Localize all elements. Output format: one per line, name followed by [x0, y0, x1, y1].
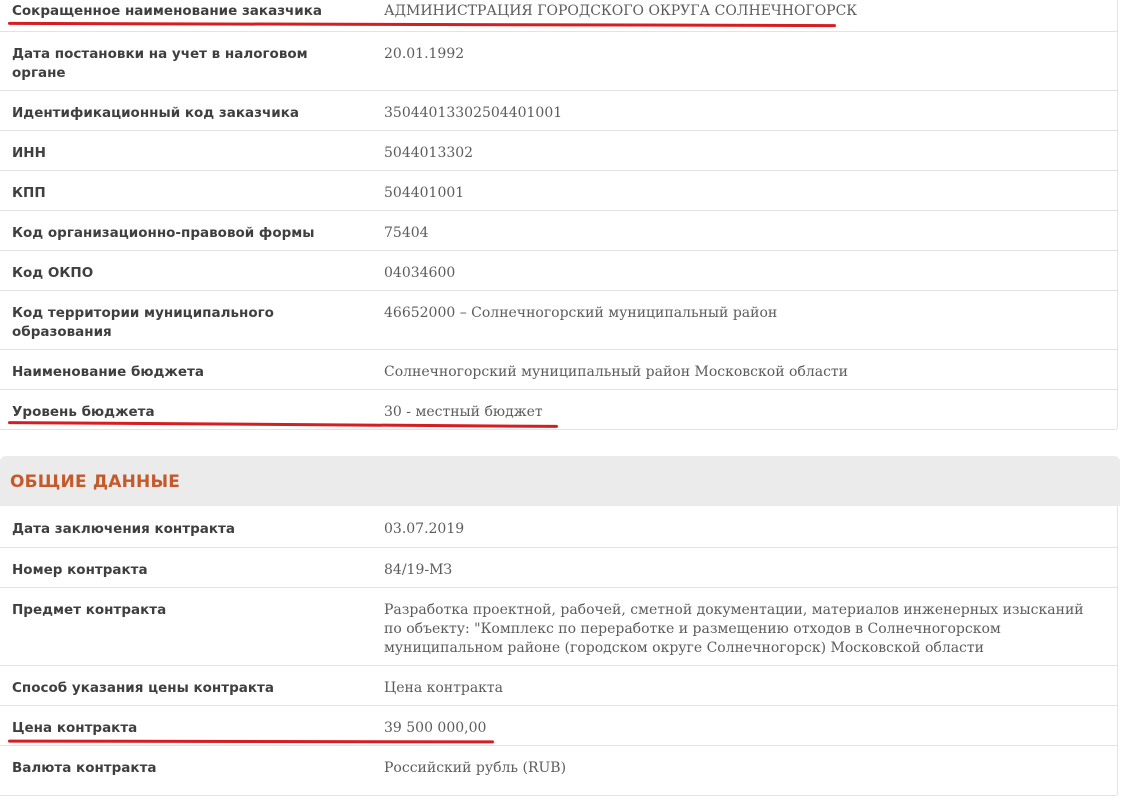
- field-value: 46652000 – Солнечногорский муниципальный…: [384, 305, 778, 321]
- field-label: Сокращенное наименование заказчика: [12, 3, 323, 19]
- field-value: 30 - местный бюджет: [384, 404, 543, 420]
- field-label: Дата постановки на учет в налоговом орга…: [12, 46, 308, 81]
- table-row: Предмет контракта Разработка проектной, …: [0, 588, 1117, 666]
- field-label: ИНН: [12, 145, 46, 161]
- table-row: Дата заключения контракта 03.07.2019: [0, 506, 1117, 548]
- field-label: Цена контракта: [12, 720, 138, 736]
- field-label: Номер контракта: [12, 562, 148, 578]
- table-row: КПП 504401001: [0, 171, 1117, 211]
- field-label: Код ОКПО: [12, 265, 94, 281]
- field-value: Солнечногорский муниципальный район Моск…: [384, 364, 848, 380]
- field-value: Российский рубль (RUB): [384, 760, 567, 776]
- general-data-table: Дата заключения контракта 03.07.2019 Ном…: [0, 506, 1118, 796]
- field-label: Код организационно-правовой формы: [12, 225, 315, 241]
- table-row: Валюта контракта Российский рубль (RUB): [0, 746, 1117, 786]
- field-label: Способ указания цены контракта: [12, 680, 274, 696]
- table-row: ИНН 5044013302: [0, 131, 1117, 171]
- field-value: 20.01.1992: [384, 46, 465, 62]
- table-row: Сокращенное наименование заказчика АДМИН…: [0, 0, 1117, 32]
- field-label: Уровень бюджета: [12, 404, 155, 420]
- table-row: Код организационно-правовой формы 75404: [0, 211, 1117, 251]
- field-label: Дата заключения контракта: [12, 521, 235, 537]
- field-value: 84/19-МЗ: [384, 562, 453, 578]
- field-value: 04034600: [384, 265, 456, 281]
- field-value: 350440133025044010​01: [384, 105, 563, 121]
- table-row: Идентификационный код заказчика 35044013…: [0, 91, 1117, 131]
- table-row: Код ОКПО 04034600: [0, 251, 1117, 291]
- table-row: Номер контракта 84/19-МЗ: [0, 548, 1117, 588]
- table-row: Наименование бюджета Солнечногорский мун…: [0, 350, 1117, 390]
- field-label: Идентификационный код заказчика: [12, 105, 299, 121]
- field-value: АДМИНИСТРАЦИЯ ГОРОДСКОГО ОКРУГА СОЛНЕЧНО…: [384, 3, 858, 19]
- field-value: Цена контракта: [384, 680, 504, 696]
- table-row: Способ указания цены контракта Цена конт…: [0, 666, 1117, 706]
- field-value: 75404: [384, 225, 429, 241]
- table-row: Дата постановки на учет в налоговом орга…: [0, 32, 1117, 91]
- field-value: 03.07.2019: [384, 521, 465, 537]
- field-label: Валюта контракта: [12, 760, 157, 776]
- table-row: Код территории муниципального образовани…: [0, 291, 1117, 350]
- field-label: Код территории муниципального образовани…: [12, 305, 274, 340]
- section-title: ОБЩИЕ ДАННЫЕ: [10, 472, 181, 492]
- field-value: 5044013302: [384, 145, 474, 161]
- field-label: Наименование бюджета: [12, 364, 204, 380]
- field-label: Предмет контракта: [12, 602, 167, 618]
- section-header: ОБЩИЕ ДАННЫЕ: [0, 456, 1120, 506]
- field-value: Разработка проектной, рабочей, сметной д…: [384, 602, 1084, 656]
- field-value: 39 500 000,00: [384, 720, 487, 736]
- field-value: 504401001: [384, 185, 465, 201]
- field-label: КПП: [12, 185, 46, 201]
- customer-info-table: Сокращенное наименование заказчика АДМИН…: [0, 0, 1118, 430]
